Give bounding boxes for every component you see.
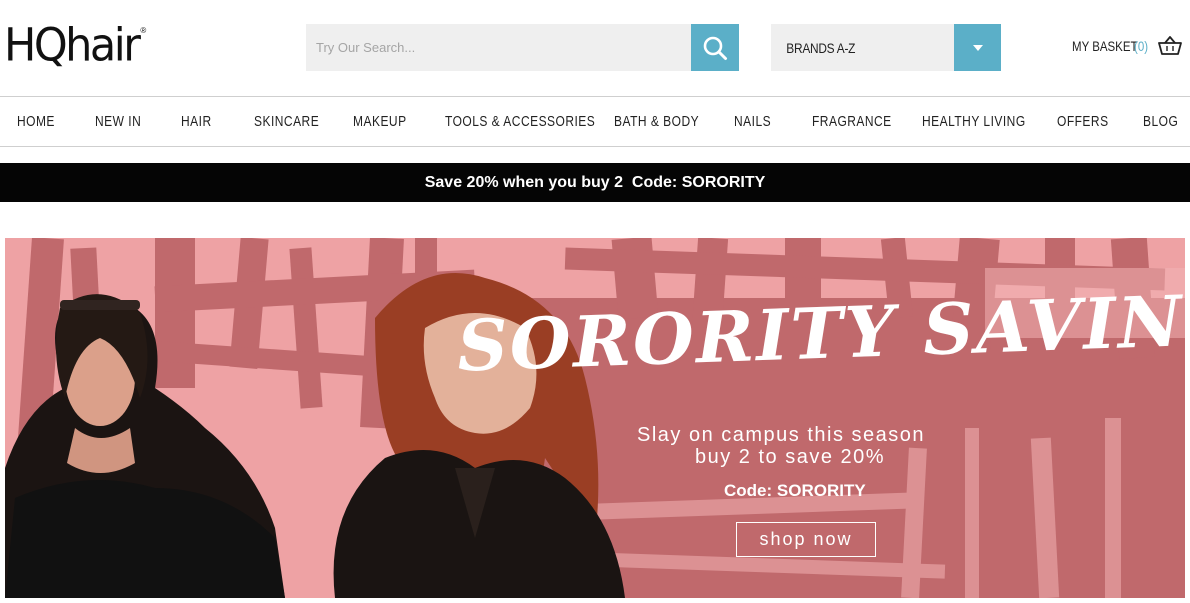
chevron-down-icon: [972, 44, 983, 51]
basket-icon: [1158, 36, 1182, 55]
hero-banner[interactable]: SORORITY SAVINGS Slay on campus this sea…: [5, 238, 1185, 598]
brands-label: BRANDS A-Z: [786, 39, 856, 56]
nav-item-home[interactable]: HOME: [17, 97, 55, 146]
brands-dropdown[interactable]: BRANDS A-Z: [771, 24, 1001, 71]
nav-item-healthy-living[interactable]: HEALTHY LIVING: [922, 97, 1026, 146]
basket-label: MY BASKET: [1072, 38, 1138, 54]
promo-text: Save 20% when you buy 2 Code: SORORITY: [424, 174, 766, 191]
nav-item-offers[interactable]: OFFERS: [1057, 97, 1109, 146]
basket-link[interactable]: MY BASKET (0): [1072, 34, 1182, 58]
registered-mark: ®: [140, 26, 147, 35]
nav-item-fragrance[interactable]: FRAGRANCE: [812, 97, 892, 146]
site-logo[interactable]: HQhair ®: [4, 19, 147, 73]
search-button[interactable]: [691, 24, 739, 71]
banner-code: Code: SORORITY: [724, 481, 866, 500]
nav-item-hair[interactable]: HAIR: [181, 97, 212, 146]
nav-item-nails[interactable]: NAILS: [734, 97, 771, 146]
search-icon: [703, 36, 727, 60]
nav-item-bath-body[interactable]: BATH & BODY: [614, 97, 699, 146]
banner-line-2: buy 2 to save 20%: [695, 446, 886, 468]
shop-now-button[interactable]: shop now: [736, 522, 876, 557]
logo-text: HQhair: [4, 19, 141, 73]
nav-item-new-in[interactable]: NEW IN: [95, 97, 141, 146]
banner-line-1: Slay on campus this season: [637, 424, 926, 446]
nav-item-blog[interactable]: BLOG: [1143, 97, 1178, 146]
nav-item-makeup[interactable]: MAKEUP: [353, 97, 407, 146]
promo-bar[interactable]: Save 20% when you buy 2 Code: SORORITY: [0, 163, 1190, 202]
main-nav: HOME NEW IN HAIR SKINCARE MAKEUP TOOLS &…: [0, 96, 1190, 147]
brands-arrow-button[interactable]: [954, 24, 1001, 71]
search-input[interactable]: [306, 24, 691, 71]
nav-item-tools-accessories[interactable]: TOOLS & ACCESSORIES: [445, 97, 595, 146]
nav-item-skincare[interactable]: SKINCARE: [254, 97, 319, 146]
basket-count: (0): [1134, 38, 1149, 54]
